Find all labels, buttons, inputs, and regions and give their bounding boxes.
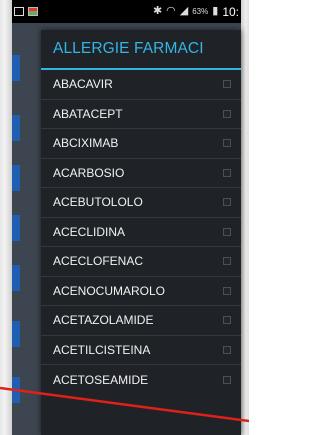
list-item[interactable]: ACENOCUMAROLO <box>41 277 241 306</box>
gallery-notification-icon <box>28 7 38 16</box>
dialog-title: ALLERGIE FARMACI <box>41 30 241 70</box>
drug-name: ACARBOSIO <box>53 165 125 180</box>
battery-level: 63% <box>192 7 209 16</box>
drug-name: ACENOCUMAROLO <box>53 283 166 298</box>
background-tab <box>12 115 20 141</box>
drug-checkbox[interactable] <box>223 345 231 354</box>
wifi-icon: ◠ <box>166 5 176 17</box>
list-item[interactable]: ABACAVIR <box>41 70 241 100</box>
drug-checkbox[interactable] <box>223 139 231 148</box>
background-tab <box>12 321 20 347</box>
drug-checkbox[interactable] <box>223 109 231 118</box>
list-item[interactable]: ACECLIDINA <box>41 218 241 247</box>
drug-name: ACECLOFENAC <box>53 254 144 269</box>
drug-checkbox[interactable] <box>223 168 231 177</box>
battery-icon: ▮ <box>212 5 219 17</box>
phone-frame-left <box>0 0 12 435</box>
list-item[interactable]: ACECLOFENAC <box>41 247 241 277</box>
drug-name: ABATACEPT <box>53 106 123 121</box>
list-item[interactable]: ACEBUTOLOLO <box>41 188 241 218</box>
list-item[interactable]: ACETOSEAMIDE <box>41 365 241 395</box>
list-item[interactable]: ABCIXIMAB <box>41 129 241 159</box>
drug-checkbox[interactable] <box>223 316 231 325</box>
drug-name: ABACAVIR <box>53 77 113 92</box>
background-tab <box>12 377 20 403</box>
notification-box-icon <box>14 7 24 16</box>
screen: ✱ ◠ ◢ 63% ▮ 10: ALLERGIE FARMACI ABACAVI… <box>0 0 249 435</box>
drug-checkbox[interactable] <box>223 375 231 384</box>
drug-checkbox[interactable] <box>223 198 231 207</box>
list-item[interactable]: ABATACEPT <box>41 100 241 129</box>
drug-checkbox[interactable] <box>223 286 231 295</box>
drug-checkbox[interactable] <box>223 257 231 266</box>
drug-name: ABCIXIMAB <box>53 136 119 151</box>
status-bar: ✱ ◠ ◢ 63% ▮ 10: <box>12 0 241 23</box>
drug-name: ACETILCISTEINA <box>53 342 151 357</box>
background-tab <box>12 215 20 241</box>
drug-checkbox[interactable] <box>223 227 231 236</box>
list-item[interactable]: ACARBOSIO <box>41 159 241 188</box>
drug-name: ACETOSEAMIDE <box>53 372 149 387</box>
drug-checkbox[interactable] <box>223 80 231 89</box>
drug-list[interactable]: ABACAVIR ABATACEPT ABCIXIMAB ACARBOSIO ACEBU… <box>41 70 241 395</box>
background-tab <box>12 265 20 291</box>
signal-icon: ◢ <box>179 5 189 17</box>
clock: 10: <box>222 4 239 19</box>
drug-name: ACEBUTOLOLO <box>53 195 143 210</box>
phone-frame-right <box>241 0 249 435</box>
list-item[interactable]: ACETAZOLAMIDE <box>41 306 241 336</box>
drug-name: ACETAZOLAMIDE <box>53 313 154 328</box>
background-tab <box>12 55 20 81</box>
drug-name: ACECLIDINA <box>53 224 126 239</box>
background-tab <box>12 165 20 191</box>
list-item[interactable]: ACETILCISTEINA <box>41 336 241 365</box>
allergy-drugs-dialog: ALLERGIE FARMACI ABACAVIR ABATACEPT ABCIXI… <box>41 30 241 435</box>
bluetooth-icon: ✱ <box>152 5 163 17</box>
